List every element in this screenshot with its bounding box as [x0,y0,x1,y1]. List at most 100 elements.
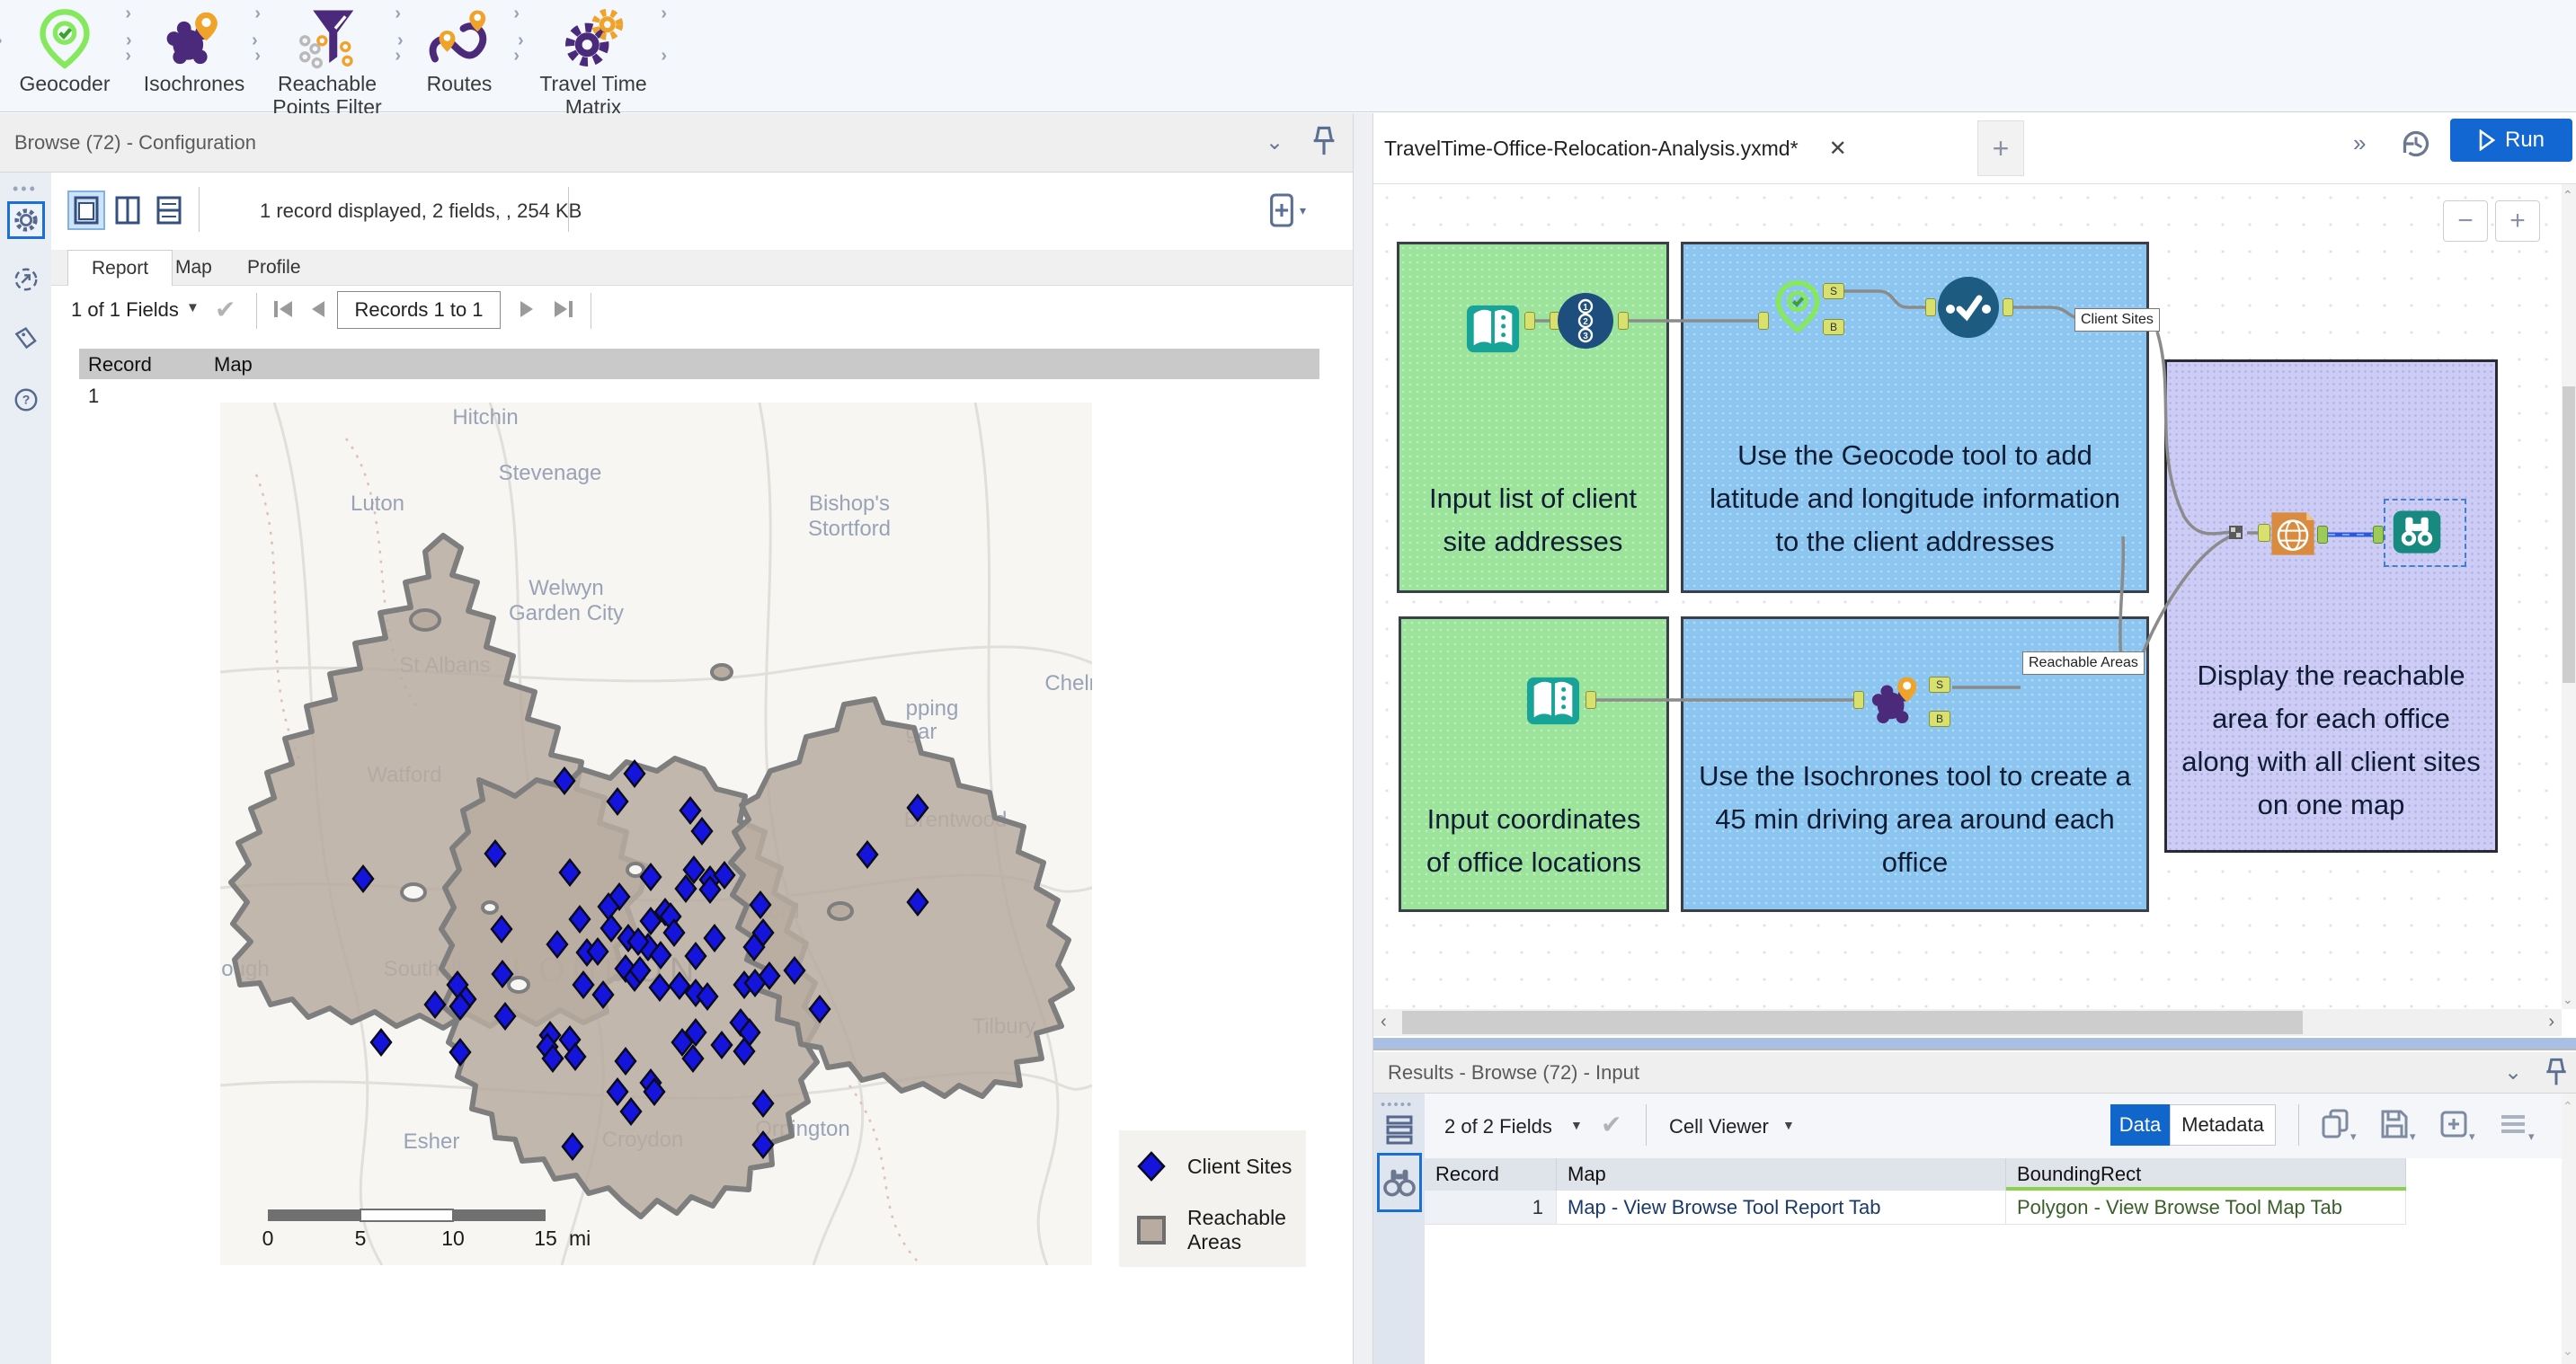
drag-dots[interactable]: ••••• [1381,1097,1413,1112]
more-tabs-icon[interactable]: » [2353,129,2366,157]
collapse-chevron-icon[interactable]: ⌄ [1266,129,1284,155]
input-port[interactable] [1925,298,1936,316]
scroll-down-icon[interactable]: ⌄ [2563,1343,2573,1359]
apply-check-icon[interactable]: ✔ [1601,1110,1621,1139]
scroll-left-icon[interactable]: ‹ [1381,1012,1387,1032]
annotation-box-input-client-sites[interactable]: Input list of client site addresses [1397,242,1669,593]
first-record-button[interactable] [272,298,296,325]
scroll-down-icon[interactable]: ⌄ [2563,992,2573,1007]
panel-splitter[interactable] [1353,113,1373,1364]
tab-profile[interactable]: Profile [224,250,324,286]
drag-dots[interactable]: ••• [13,180,38,199]
geocoder-tool[interactable] [1771,279,1825,338]
verify-tool[interactable] [1936,275,2001,344]
geocoder-output-b-port[interactable]: B [1823,319,1844,335]
configuration-gear-icon[interactable] [7,201,45,239]
scrollbar-thumb[interactable] [2563,386,2575,683]
annotation-box-display-map[interactable]: Display the reachable area for each offi… [2164,359,2498,853]
geocoder-output-s-port[interactable]: S [1823,283,1844,299]
export-window-button[interactable]: ▾ [1266,192,1306,228]
canvas-vertical-scrollbar[interactable]: ⌃ ⌄ [2562,184,2576,1009]
output-port[interactable] [1524,312,1535,330]
cell-viewer-caret-icon[interactable]: ▼ [1782,1118,1795,1132]
output-port[interactable] [2317,526,2328,544]
ribbon-tool-isochrones[interactable]: ››› Isochrones [142,5,246,95]
layout-two-columns-button[interactable] [109,190,147,230]
zoom-out-button[interactable]: − [2443,200,2488,242]
wire-label-client-sites[interactable]: Client Sites [2074,308,2160,332]
column-header-boundingrect[interactable]: BoundingRect [2006,1158,2406,1191]
scrollbar-thumb[interactable] [1402,1011,2303,1034]
column-header-map[interactable]: Map [1557,1158,2006,1191]
ribbon-tool-geocoder[interactable]: ››› Geocoder [13,5,117,95]
menu-lines-icon[interactable]: ▾ [2498,1108,2535,1147]
tab-map[interactable]: Map [152,250,235,286]
cell-boundingrect[interactable]: Polygon - View Browse Tool Map Tab [2006,1191,2406,1225]
scroll-right-icon[interactable]: › [2548,1012,2554,1032]
previous-record-button[interactable] [308,298,328,325]
rows-view-icon[interactable] [1384,1113,1415,1150]
copy-icon[interactable]: ▾ [2320,1108,2357,1147]
new-window-icon[interactable]: ▾ [2438,1108,2475,1147]
ribbon-tool-travel-time-matrix[interactable]: ››› Travel Time Matrix [532,5,654,119]
isochrones-output-b-port[interactable]: B [1929,711,1950,727]
report-map-tool[interactable] [2269,509,2317,562]
annotation-text: Input coordinates of office locations [1414,798,1654,884]
close-tab-icon[interactable]: ✕ [1829,136,1847,162]
open-results-icon[interactable] [7,261,45,298]
map-town-label: Hitchin [452,405,518,430]
annotation-box-geocode[interactable]: Use the Geocode tool to add latitude and… [1681,242,2149,593]
data-toggle-button[interactable]: Data [2110,1104,2170,1146]
browse-tool-selected[interactable] [2391,506,2443,562]
input-port[interactable] [2373,526,2384,544]
save-icon[interactable]: ▾ [2379,1108,2416,1147]
pin-icon[interactable] [2542,1056,2571,1094]
apply-check-icon[interactable]: ✔ [215,295,235,324]
scroll-up-icon[interactable]: ⌃ [2563,1099,2573,1114]
fields-selector[interactable]: 2 of 2 Fields [1444,1115,1552,1138]
scroll-up-icon[interactable]: ⌃ [2563,188,2573,203]
results-vertical-scrollbar[interactable]: ⌃ ⌄ [2562,1094,2576,1364]
last-record-button[interactable] [551,298,574,325]
isochrones-tool[interactable] [1866,669,1927,735]
input-data-tool-offices[interactable] [1525,672,1581,732]
collapse-chevron-icon[interactable]: ⌄ [2504,1059,2522,1085]
output-port[interactable] [1618,312,1629,330]
tag-icon[interactable] [7,320,45,358]
workflow-canvas[interactable]: Input list of client site addresses Use … [1373,184,2562,1009]
new-tab-button[interactable]: + [1977,120,2024,176]
fields-selector[interactable]: 1 of 1 Fields [71,298,179,322]
output-port[interactable] [2003,298,2013,316]
input-data-tool-client-sites[interactable] [1465,300,1521,360]
annotation-box-input-offices[interactable]: Input coordinates of office locations [1399,616,1669,912]
ribbon-tool-routes[interactable]: ››› Routes [412,5,507,95]
cell-map[interactable]: Map - View Browse Tool Report Tab [1557,1191,2006,1225]
input-port[interactable] [1758,312,1769,330]
layout-two-rows-button[interactable] [150,190,188,230]
canvas-horizontal-scrollbar[interactable]: ‹ › [1373,1009,2562,1036]
input-port[interactable] [1853,691,1864,709]
zoom-in-button[interactable]: + [2495,200,2540,242]
column-header-record[interactable]: Record [1425,1158,1557,1191]
cell-record[interactable]: 1 [1425,1191,1557,1225]
workflow-tab[interactable]: TravelTime-Office-Relocation-Analysis.yx… [1384,113,1847,183]
fields-caret-icon[interactable]: ▼ [186,300,200,315]
cell-viewer-dropdown[interactable]: Cell Viewer [1669,1115,1769,1138]
history-icon[interactable] [2398,126,2434,166]
run-button[interactable]: Run [2450,119,2572,162]
records-range-box[interactable]: Records 1 to 1 [337,291,501,329]
wire-label-reachable-areas[interactable]: Reachable Areas [2022,651,2145,675]
fields-caret-icon[interactable]: ▼ [1570,1118,1583,1132]
layout-single-pane-button[interactable] [67,190,105,230]
results-divider[interactable] [1373,1038,2576,1050]
pin-icon[interactable] [1309,124,1339,164]
metadata-toggle-button[interactable]: Metadata [2170,1104,2276,1146]
record-id-tool[interactable]: 123 [1556,291,1615,355]
help-icon[interactable]: ? [7,381,45,419]
ribbon-tool-reachable-points-filter[interactable]: ››› Reachable Points Filter [266,5,388,119]
annotation-text: Use the Isochrones tool to create a 45 m… [1696,755,2134,884]
browse-input-selector[interactable] [1377,1153,1422,1212]
output-port[interactable] [1586,691,1596,709]
isochrones-output-s-port[interactable]: S [1929,677,1950,693]
next-record-button[interactable] [517,298,537,325]
